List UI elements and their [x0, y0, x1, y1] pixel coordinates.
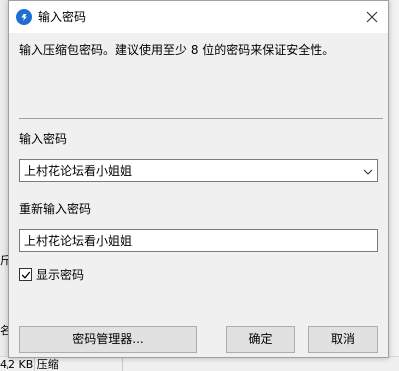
password-value: 上村花论坛看小姐姐	[24, 164, 133, 178]
close-button[interactable]	[356, 1, 388, 33]
background-cell: 4/6	[0, 358, 8, 371]
background-file-row: 4/6 2 KB 压缩	[0, 356, 399, 371]
background-app-left	[0, 0, 8, 371]
password-input[interactable]: 上村花论坛看小姐姐	[19, 159, 378, 182]
reenter-password-value: 上村花论坛看小姐姐	[24, 234, 133, 248]
cancel-button[interactable]: 取消	[308, 326, 378, 353]
ok-button[interactable]: 确定	[226, 326, 295, 353]
dialog-description: 输入压缩包密码。建议使用至少 8 位的密码来保证安全性。	[19, 43, 335, 57]
column-separator	[122, 357, 123, 371]
background-text-fragment: 斤	[0, 254, 8, 266]
dialog-title: 输入密码	[38, 10, 87, 24]
reenter-password-label: 重新输入密码	[19, 202, 92, 216]
chevron-down-icon[interactable]	[363, 166, 373, 176]
reenter-password-input[interactable]: 上村花论坛看小姐姐	[19, 229, 378, 252]
checkmark-icon	[21, 271, 31, 279]
password-label: 输入密码	[19, 132, 68, 146]
title-bar[interactable]: 输入密码	[9, 1, 388, 33]
divider	[19, 118, 383, 119]
show-password-checkbox[interactable]	[19, 268, 32, 281]
background-text-fragment: 名	[0, 324, 8, 336]
background-app-right	[389, 0, 399, 371]
background-cell: 2 KB 压缩	[8, 358, 59, 371]
password-manager-button[interactable]: 密码管理器...	[19, 326, 197, 353]
app-logo-icon	[16, 9, 32, 25]
show-password-label[interactable]: 显示密码	[36, 267, 84, 283]
password-dialog: 输入密码 输入压缩包密码。建议使用至少 8 位的密码来保证安全性。 输入密码 上…	[8, 0, 389, 358]
close-icon	[366, 11, 378, 23]
